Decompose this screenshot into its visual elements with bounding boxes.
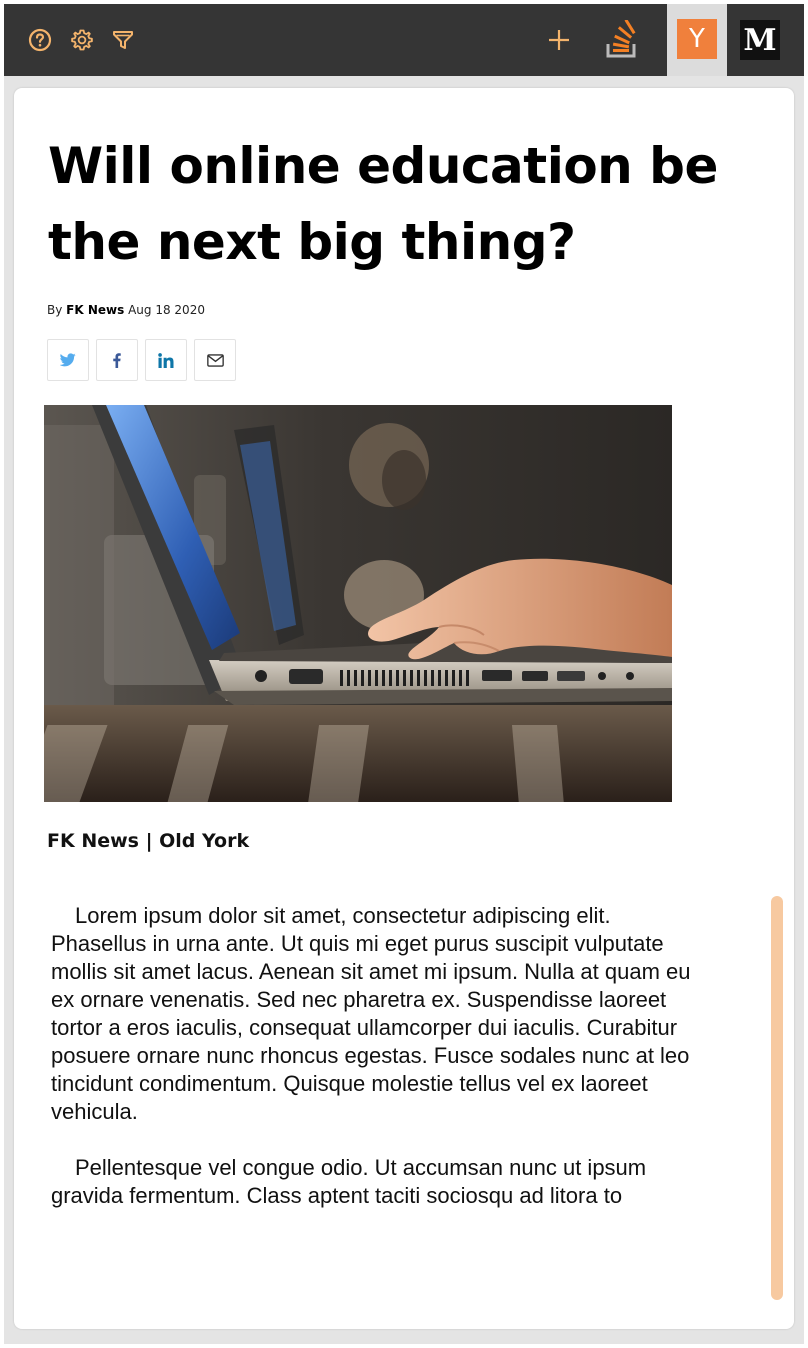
linkedin-share-button[interactable] <box>145 339 187 381</box>
twitter-icon <box>60 353 76 367</box>
settings-icon[interactable] <box>70 28 94 52</box>
linkedin-icon <box>158 352 174 368</box>
byline: By FK News Aug 18 2020 <box>47 303 205 317</box>
help-icon[interactable] <box>28 28 52 52</box>
article-title: Will online education be the next big th… <box>48 137 718 271</box>
stackoverflow-icon[interactable] <box>604 20 640 60</box>
byline-date: Aug 18 2020 <box>128 303 205 317</box>
article-paragraph: Pellentesque vel congue odio. Ut accumsa… <box>51 1155 647 1208</box>
hackernews-icon: Y <box>677 19 717 59</box>
scrollbar-thumb[interactable] <box>771 896 783 1300</box>
app-window: Y M Will online education be the next bi… <box>4 4 804 1344</box>
toolbar: Y M <box>4 4 804 76</box>
byline-prefix: By <box>47 303 63 317</box>
article-hero-image <box>44 405 672 802</box>
email-icon <box>206 353 224 367</box>
article-body: Lorem ipsum dolor sit amet, consectetur … <box>51 902 691 1238</box>
dateline: FK News | Old York <box>47 830 250 852</box>
tab-medium[interactable]: M <box>740 20 780 60</box>
twitter-share-button[interactable] <box>47 339 89 381</box>
facebook-icon <box>113 352 121 368</box>
filter-icon[interactable] <box>111 28 135 52</box>
facebook-share-button[interactable] <box>96 339 138 381</box>
article-card: Will online education be the next big th… <box>14 88 794 1329</box>
plus-icon[interactable] <box>547 28 571 52</box>
byline-author[interactable]: FK News <box>66 303 124 317</box>
article-paragraph: Lorem ipsum dolor sit amet, consectetur … <box>51 903 691 1124</box>
email-share-button[interactable] <box>194 339 236 381</box>
tab-hackernews[interactable]: Y <box>667 4 727 76</box>
